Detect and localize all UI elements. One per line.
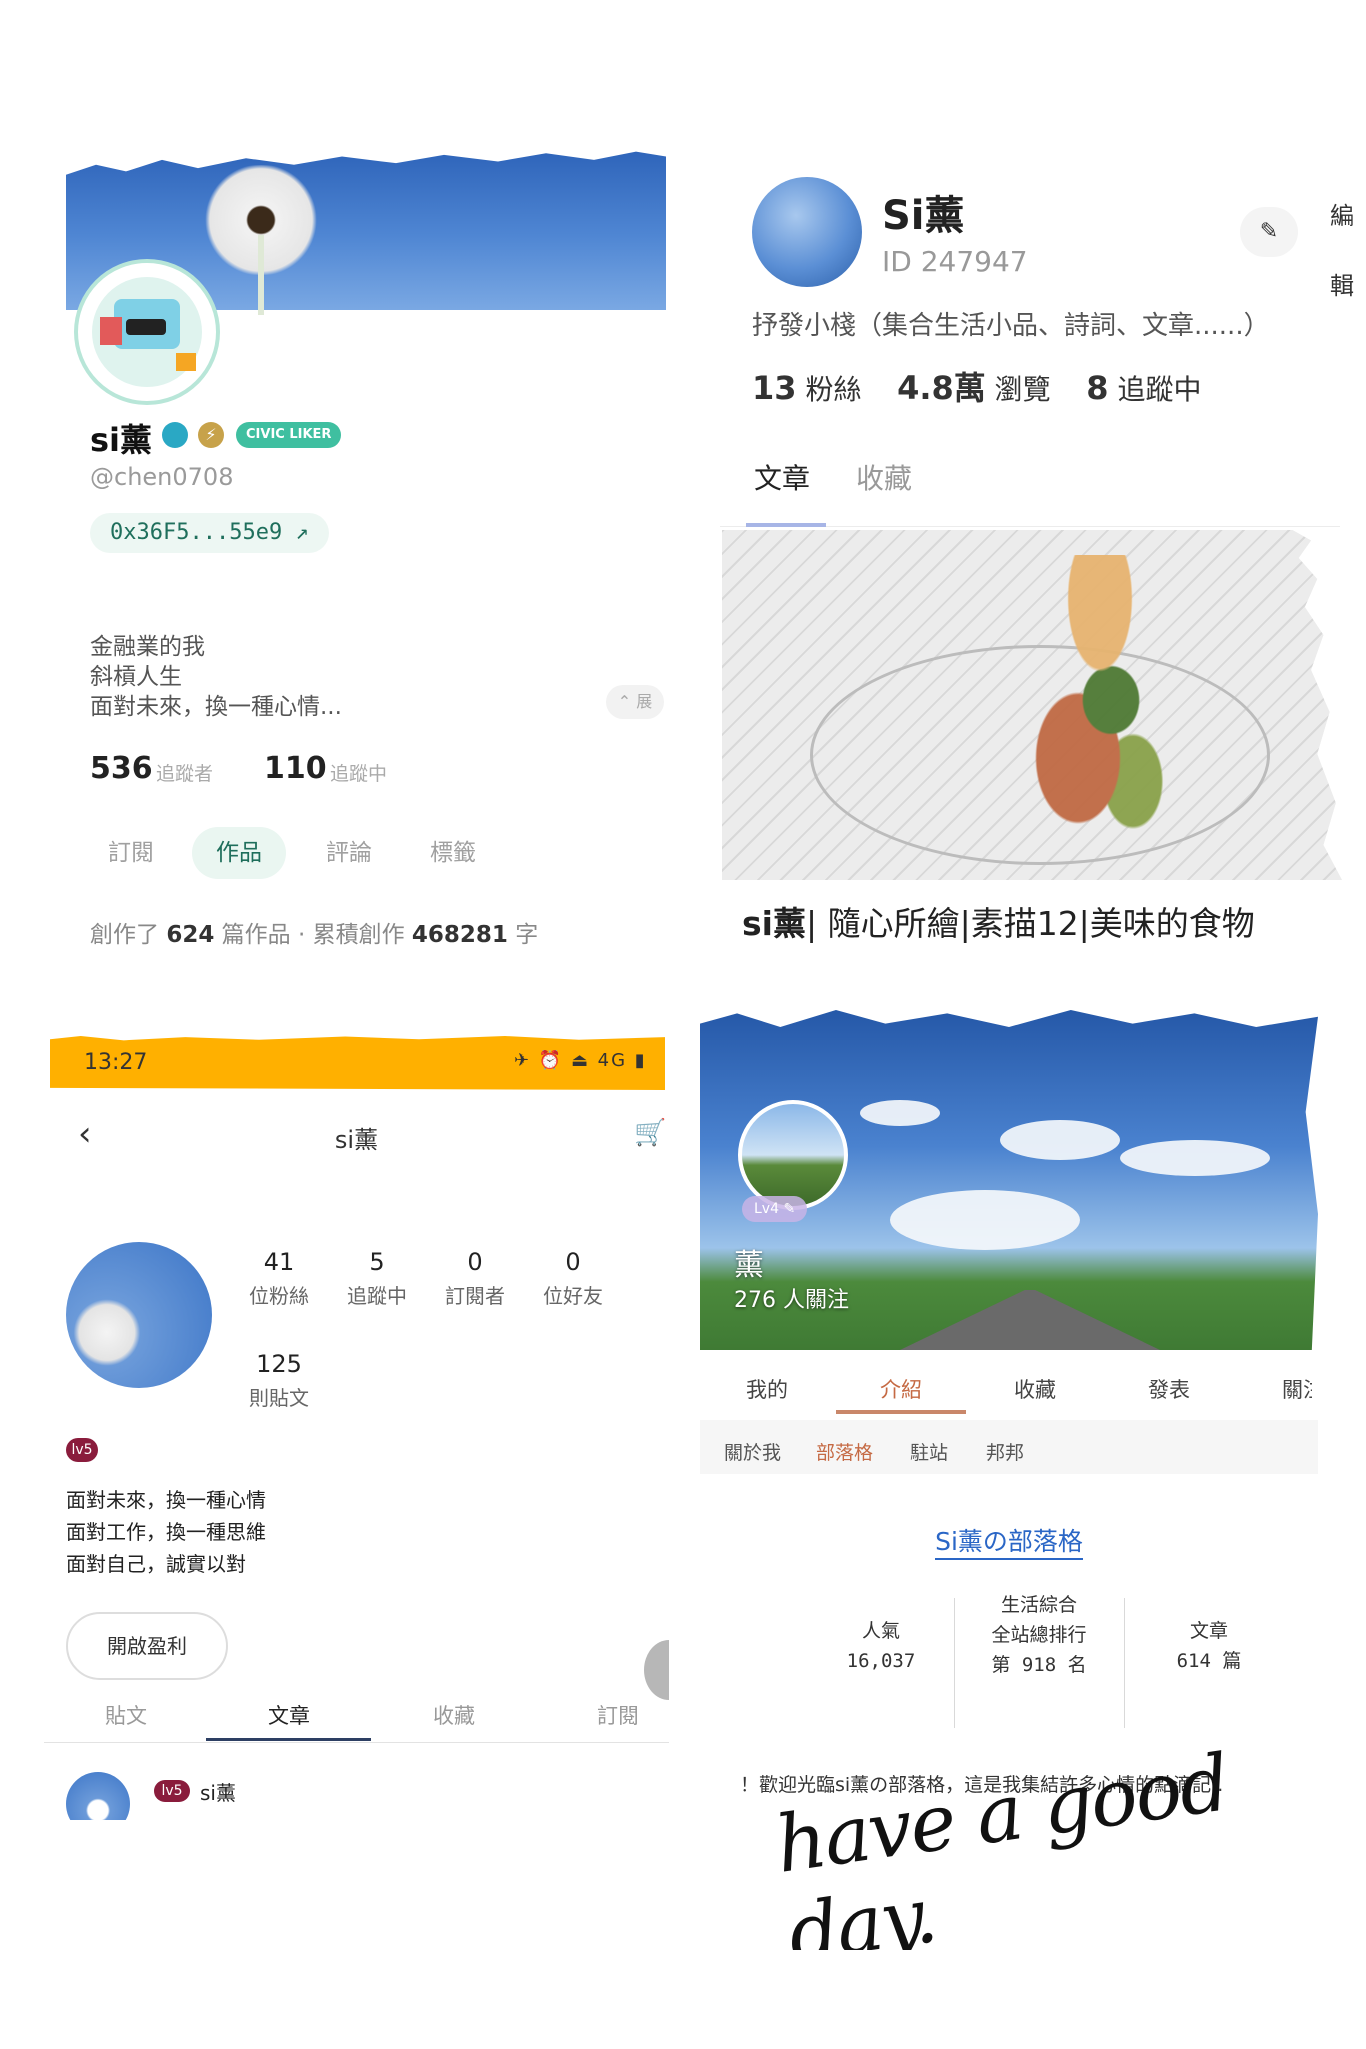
bottom-fade (44, 1820, 669, 1920)
blog-title[interactable]: Si薰の部落格 (700, 1522, 1318, 1560)
post-level-badge: lv5 (154, 1780, 190, 1802)
expand-bio-button[interactable]: ⌃ 展 (606, 685, 664, 719)
status-time: 13:27 (84, 1050, 148, 1075)
tab-posts[interactable]: 貼文 (46, 1700, 206, 1730)
stat-posts[interactable]: 125 則貼文 (234, 1350, 324, 1411)
stat-fans[interactable]: 41 位粉絲 (234, 1248, 324, 1309)
bio-line-2: 面對工作，換一種思維 (66, 1520, 266, 1544)
bio-line-1: 金融業的我 (90, 634, 205, 660)
tab-divider (44, 1742, 669, 1743)
tab-tags[interactable]: 標籤 (406, 827, 500, 879)
tab-collections[interactable]: 收藏 (374, 1700, 534, 1730)
tab-articles[interactable]: 文章 (209, 1700, 369, 1730)
tab-following[interactable]: 關注 (1282, 1374, 1312, 1404)
stat-articles: 文章 614 篇 (1176, 1620, 1242, 1672)
lightning-badge-icon: ⚡ (198, 422, 224, 448)
followers-count[interactable]: 536 (90, 751, 153, 786)
cloud (860, 1100, 940, 1126)
tab-collections[interactable]: 收藏 (1014, 1374, 1056, 1404)
user-handle: @chen0708 (90, 463, 234, 491)
enable-monetization-button[interactable]: 開啟盈利 (66, 1612, 228, 1680)
wallet-address-link[interactable]: 0x36F5...55e9 ↗ (90, 513, 329, 553)
blog-profile-panel: Lv4 ✎ 薰 276 人關注 我的 介紹 收藏 發表 關注 關於我 部落格 駐… (700, 990, 1366, 1950)
active-tab-indicator (746, 523, 826, 527)
avatar[interactable] (738, 1100, 848, 1210)
cloud (890, 1190, 1080, 1250)
subnav-blog[interactable]: 部落格 (816, 1438, 873, 1465)
cloud (1120, 1140, 1270, 1176)
stat-friends[interactable]: 0 位好友 (528, 1248, 618, 1309)
tab-published[interactable]: 發表 (1148, 1374, 1190, 1404)
cart-icon[interactable]: 🛒 (634, 1118, 666, 1148)
floating-button[interactable] (644, 1640, 669, 1700)
level-badge: lv5 (66, 1438, 98, 1462)
avatar[interactable] (66, 1242, 212, 1388)
tab-collections[interactable]: 收藏 (856, 457, 912, 497)
handwritten-signature: have a good day. (770, 1738, 1234, 1950)
followers-count: 276 人關注 (734, 1288, 849, 1313)
page-title: si薰 (334, 1126, 379, 1154)
status-icons: ✈ ⏰ ⏏ 4G ▮ (514, 1050, 647, 1071)
bio-line-3: 面對未來，換一種心情... (90, 694, 342, 720)
active-tab-indicator (836, 1410, 966, 1414)
profile-name: 薰 (734, 1248, 764, 1283)
following-count[interactable]: 110 (264, 751, 327, 786)
tab-works[interactable]: 作品 (192, 827, 286, 879)
profile-description: 抒發小棧（集合生活小品、詩詞、文章......） (752, 311, 1270, 341)
app-profile-panel: 13:27 ✈ ⏰ ⏏ 4G ▮ ‹ si薰 🛒 41 位粉絲 5 追蹤中 0 訂閱者… (44, 1020, 669, 1920)
chars-count: 468281 (411, 922, 508, 948)
views-count: 4.8萬 (897, 369, 986, 407)
stat-subscribers[interactable]: 0 訂閱者 (430, 1248, 520, 1309)
tab-subscriptions[interactable]: 訂閱 (538, 1700, 669, 1730)
tab-intro[interactable]: 介紹 (880, 1374, 922, 1404)
subnav-bangbang[interactable]: 邦邦 (986, 1438, 1024, 1465)
followers-label: 追蹤者 (156, 763, 214, 785)
following-label: 追蹤中 (330, 763, 388, 785)
avatar[interactable] (752, 177, 862, 287)
subnav-about[interactable]: 關於我 (724, 1438, 781, 1465)
edit-side-label[interactable]: 編 輯 (1330, 181, 1360, 321)
active-tab-indicator (206, 1738, 371, 1741)
fans-count: 13 (752, 369, 797, 407)
works-count: 624 (166, 922, 215, 948)
bio-line-2: 斜槓人生 (90, 664, 182, 690)
stat-popularity: 人氣 16,037 (846, 1620, 916, 1672)
profile-stats: 13 粉絲 4.8萬 瀏覽 8 追蹤中 (752, 369, 1202, 407)
post-author-name[interactable]: si薰 (200, 1777, 236, 1806)
verified-badge-icon (162, 422, 188, 448)
article-title[interactable]: si薰| 隨心所繪|素描12|美味的食物 (742, 897, 1255, 945)
user-id: ID 247947 (882, 245, 1028, 278)
tab-subscribe[interactable]: 訂閱 (84, 827, 178, 879)
sketch-food (990, 555, 1210, 845)
edit-icon[interactable]: ✎ (1240, 207, 1298, 257)
tab-comments[interactable]: 評論 (302, 827, 396, 879)
works-summary: 創作了 624 篇作品 · 累積創作 468281 字 (90, 922, 539, 948)
profile-name: Si薰 (882, 193, 965, 239)
following-count: 8 (1086, 369, 1109, 407)
stat-following[interactable]: 5 追蹤中 (332, 1248, 422, 1309)
avatar[interactable] (78, 263, 216, 401)
vocus-profile-panel: Si薰 ID 247947 ✎ 編 輯 抒發小棧（集合生活小品、詩詞、文章...… (700, 145, 1366, 975)
bio-line-3: 面對自己，誠實以對 (66, 1552, 246, 1576)
level-badge: Lv4 ✎ (742, 1196, 808, 1222)
monster-avatar-image (92, 277, 202, 387)
profile-name: si薰 (90, 421, 153, 459)
civic-liker-badge: CIVIC LIKER (236, 422, 342, 448)
cloud (1000, 1120, 1120, 1160)
stat-ranking: 生活綜合 全站總排行第 918 名 (991, 1594, 1087, 1676)
dandelion-stem (258, 235, 264, 315)
matters-profile-panel: si薰 ⚡ CIVIC LIKER @chen0708 0x36F5...55e… (66, 145, 666, 975)
subnav-station[interactable]: 駐站 (910, 1438, 948, 1465)
tab-articles[interactable]: 文章 (754, 457, 810, 497)
bio-line-1: 面對未來，換一種心情 (66, 1488, 266, 1512)
tab-mine[interactable]: 我的 (746, 1374, 788, 1404)
